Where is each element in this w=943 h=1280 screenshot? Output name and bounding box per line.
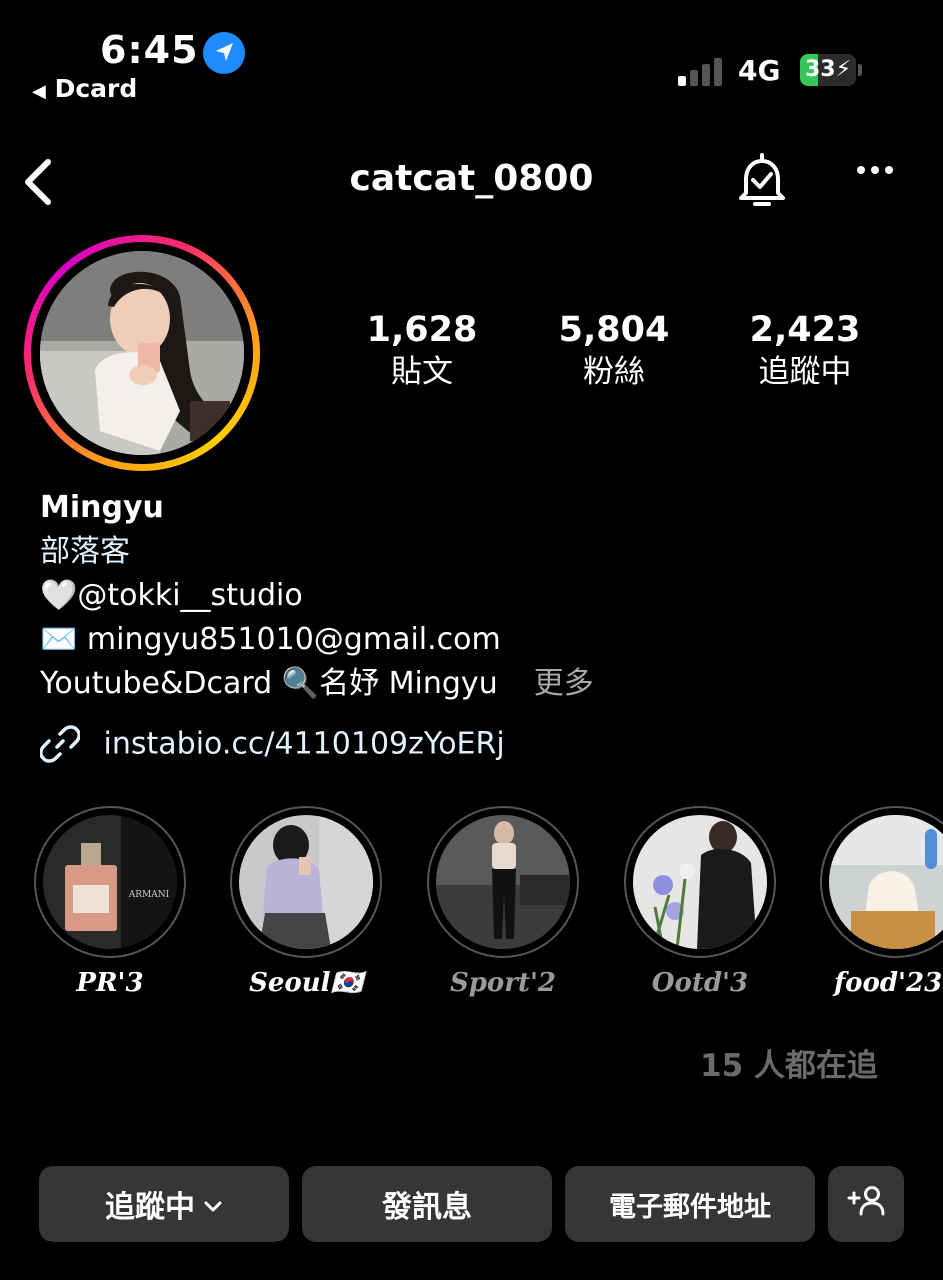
posts-label: 貼文: [391, 354, 453, 390]
magnifier-emoji: 🔍: [281, 666, 320, 701]
profile-username: catcat_0800: [349, 158, 594, 199]
following-button-label: 追蹤中: [105, 1190, 195, 1225]
battery-cap: [858, 64, 862, 76]
notification-bell-icon[interactable]: [736, 151, 788, 215]
suggested-users-button[interactable]: [828, 1166, 904, 1242]
email-button[interactable]: 電子郵件地址: [565, 1166, 815, 1242]
highlight-caption: Ootd'3: [651, 968, 749, 998]
cellular-signal-icon: [678, 56, 724, 90]
back-app-label: Dcard: [54, 74, 138, 103]
highlight-caption: food'23: [834, 968, 943, 998]
bio-line-youtube: Youtube&Dcard 🔍名妤 Mingyu 更多: [40, 662, 594, 706]
bio-line-studio: 🤍@tokki__studio: [40, 574, 594, 618]
highlight-caption: PR'3: [76, 968, 144, 998]
back-triangle-icon: ◀: [32, 81, 46, 102]
followers-count: 5,804: [558, 310, 670, 350]
highlight-caption: Sport'2: [449, 968, 557, 998]
bio-youtube-text: Youtube&Dcard: [40, 666, 273, 701]
highlight-ootd[interactable]: Ootd'3: [624, 806, 776, 998]
email-button-label: 電子郵件地址: [609, 1191, 771, 1223]
highlight-food[interactable]: food'23: [820, 806, 943, 998]
gym-photo-icon: [436, 815, 570, 949]
following-button[interactable]: 追蹤中: [39, 1166, 289, 1242]
bio-more-button[interactable]: 更多: [534, 666, 594, 701]
seoul-photo-icon: [239, 815, 373, 949]
followers-label: 粉絲: [583, 354, 645, 390]
message-button[interactable]: 發訊息: [302, 1166, 552, 1242]
profile-bio: Mingyu 部落客 🤍@tokki__studio ✉️ mingyu8510…: [40, 486, 594, 706]
studio-mention[interactable]: @tokki__studio: [77, 578, 302, 613]
link-url: instabio.cc/4110109zYoERj: [103, 726, 505, 762]
following-count: 2,423: [749, 310, 861, 350]
chevron-down-icon: [203, 1187, 223, 1222]
bio-line-email: ✉️ mingyu851010@gmail.com: [40, 618, 594, 662]
highlight-seoul[interactable]: Seoul🇰🇷: [230, 806, 382, 998]
perfume-photo-icon: ARMANI: [43, 815, 177, 949]
highlight-caption: Seoul🇰🇷: [249, 968, 363, 998]
bio-external-link[interactable]: instabio.cc/4110109zYoERj: [39, 724, 505, 764]
message-button-label: 發訊息: [382, 1190, 472, 1225]
followers-stat[interactable]: 5,804 粉絲: [529, 308, 699, 392]
profile-display-name: Mingyu: [40, 490, 164, 525]
highlight-pr[interactable]: ARMANI PR'3: [34, 806, 186, 998]
flowers-photo-icon: [633, 815, 767, 949]
mutual-followers[interactable]: 15 人都在追: [700, 1040, 878, 1085]
link-icon: [39, 725, 104, 763]
envelope-emoji: ✉️: [40, 622, 78, 657]
profile-avatar[interactable]: [40, 251, 244, 455]
network-type: 4G: [738, 54, 781, 87]
bio-email-text: mingyu851010@gmail.com: [86, 622, 501, 657]
following-stat[interactable]: 2,423 追蹤中: [720, 308, 890, 392]
add-user-icon: [847, 1184, 885, 1224]
following-label: 追蹤中: [758, 354, 852, 390]
profile-category[interactable]: 部落客: [40, 530, 594, 574]
back-to-app-link[interactable]: ◀ Dcard: [32, 74, 137, 103]
battery-icon: 33⚡: [800, 54, 856, 86]
status-time: 6:45: [100, 28, 199, 72]
posts-count: 1,628: [366, 310, 478, 350]
white-heart-emoji: 🤍: [40, 578, 78, 613]
svg-text:ARMANI: ARMANI: [128, 890, 170, 900]
posts-stat[interactable]: 1,628 貼文: [337, 308, 507, 392]
highlight-sport[interactable]: Sport'2: [427, 806, 579, 998]
more-options-icon[interactable]: [855, 162, 895, 181]
bio-channel-name: 名妤 Mingyu: [319, 666, 498, 701]
location-arrow-icon: [203, 32, 245, 74]
battery-percent: 33: [804, 57, 836, 82]
dessert-photo-icon: [829, 815, 943, 949]
